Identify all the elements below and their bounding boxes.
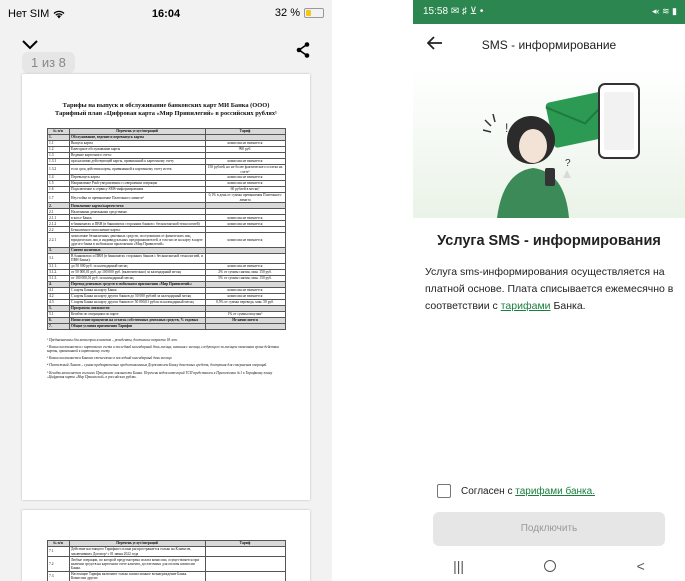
- ios-status-bar: Нет SIM 16:04 32 %: [0, 0, 332, 30]
- row-service: Перевод денежных средств в мобильном при…: [68, 280, 206, 288]
- document-page-2: № п/п Перечень услуг/операций Тариф 7.1 Д…: [22, 510, 310, 581]
- table-row: 2.2.1 зачисление безналичных денежных сре…: [46, 232, 286, 248]
- table-row: 7.3 Настоящие Тарифы включают только коми…: [46, 570, 286, 581]
- table-row: 4.3 С карты Банка на карту других банков …: [46, 298, 286, 306]
- row-tariff: комиссия не взимается: [204, 232, 286, 248]
- agree-label: Согласен с тарифами банка.: [461, 486, 595, 497]
- table-row: 6. Начисление процентов на остаток собств…: [46, 316, 286, 324]
- row-tariff: [204, 570, 286, 581]
- row-service: Действие настоящего Тарифного плана расп…: [68, 545, 206, 558]
- row-number: 1.7: [46, 192, 70, 204]
- android-status-bar: 15:58 ✉ ♯ ⊻ • ◂‹ ≋ ▮: [413, 0, 685, 24]
- footnote: ² Комиссия взимается с карточного счета …: [47, 344, 279, 354]
- row-tariff: 150 рублей, но не более фактического ост…: [204, 163, 286, 176]
- svg-text:!: !: [505, 121, 508, 135]
- footnote: ⁵ Кешбэк начисляется согласно Программе …: [47, 370, 273, 380]
- table-row: 1.3.2 если срок действия карты, привязанн…: [46, 163, 286, 176]
- battery-icon: [304, 8, 324, 18]
- table-row: 1.7 Неустойка за превышение Платежного ли…: [46, 192, 286, 204]
- table-row: 1.3.1 при наличии действующей карты, прив…: [46, 157, 286, 165]
- row-service: Любые операции, по которой предусмотрена…: [68, 556, 206, 572]
- footnote: ¹ Предназначены для категории клиентов –…: [47, 337, 178, 342]
- row-service: С карты Банка на карту других банков от …: [68, 298, 206, 306]
- bank-tariffs-link[interactable]: тарифами банка.: [515, 486, 595, 497]
- row-number: 7.3: [46, 570, 70, 581]
- table-row: 2.1.2 в банкоматах и ПВН (в банкоматах ст…: [46, 220, 286, 228]
- row-service: Общие условия применения Тарифов: [68, 322, 206, 330]
- document-title: Тарифы на выпуск и обслуживание банковск…: [22, 102, 310, 118]
- row-number: 7.1: [46, 545, 70, 558]
- document-footnotes: ¹ Предназначены для категории клиентов –…: [47, 338, 285, 380]
- row-tariff: [204, 322, 286, 330]
- nav-back-button[interactable]: <: [637, 558, 645, 574]
- tariff-table-page2: № п/п Перечень услуг/операций Тариф 7.1 Д…: [46, 540, 286, 581]
- svg-text:?: ?: [565, 158, 571, 169]
- woman-with-phone-illustration: ! ?: [482, 83, 640, 218]
- tariff-table: № п/п Перечень услуг/операций Тариф 1. Об…: [46, 128, 286, 330]
- row-tariff: [204, 252, 286, 264]
- table-row: 7. Общие условия применения Тарифов: [46, 322, 286, 330]
- status-time: 15:58 ✉ ♯ ⊻ •: [423, 6, 483, 17]
- home-button[interactable]: [544, 560, 557, 572]
- row-service: зачисление безналичных денежных средств,…: [68, 232, 206, 248]
- service-title: Услуга SMS - информирования: [437, 233, 661, 249]
- connect-button[interactable]: Подключить: [433, 512, 665, 546]
- agree-checkbox[interactable]: [437, 484, 451, 498]
- footnote: ⁴ Платежный Лимит – сумма предварительно…: [47, 363, 268, 368]
- description-end: Банка.: [550, 300, 586, 312]
- row-service: С карты Банка на карту других банков до …: [68, 292, 206, 300]
- sms-info-screen: 15:58 ✉ ♯ ⊻ • ◂‹ ≋ ▮ SMS - информировани…: [413, 0, 685, 581]
- table-row: 3.1. В банкоматах и ПВН (в банкоматах сто…: [46, 252, 286, 264]
- table-row: 3.1.2. от 50 000,01 руб. до 100 000 руб. …: [46, 268, 286, 276]
- screenshot-stage: Нет SIM 16:04 32 % 1 из 8 Тарифы на выпу: [0, 0, 685, 581]
- table-row: 4.2 С карты Банка на карту других банков …: [46, 292, 286, 300]
- page-counter: 1 из 8: [22, 52, 75, 73]
- row-tariff: 0,5% от суммы перевода, мин. 50 руб.: [204, 298, 286, 306]
- row-service: в банкоматах и ПВН (в банкоматах сторонн…: [68, 220, 206, 228]
- row-service: если срок действия карты, привязанной к …: [68, 163, 206, 176]
- agree-row: Согласен с тарифами банка.: [437, 484, 595, 498]
- pdf-viewer-screen: Нет SIM 16:04 32 % 1 из 8 Тарифы на выпу: [0, 0, 332, 581]
- row-service: Неустойка за превышение Платежного лимит…: [68, 192, 206, 204]
- footnote: ³ Комиссия взимается Банком ежемесячно в…: [47, 356, 172, 361]
- recents-button[interactable]: |||: [453, 558, 464, 574]
- tariffs-link[interactable]: тарифами: [501, 300, 551, 312]
- battery-percent: 32 %: [274, 7, 300, 19]
- row-tariff: [204, 545, 286, 558]
- android-nav-bar: ||| <: [413, 551, 685, 581]
- status-time-text: 15:58: [423, 6, 449, 17]
- document-title-line1: Тарифы на выпуск и обслуживание банковск…: [62, 102, 270, 109]
- document-title-line2: Тарифный план «Цифровая карта «Мир Приви…: [55, 110, 277, 117]
- table-row: 7.1 Действие настоящего Тарифного плана р…: [46, 545, 286, 558]
- document-page-1: Тарифы на выпуск и обслуживание банковск…: [22, 74, 310, 500]
- row-tariff: [204, 556, 286, 572]
- row-service: В банкоматах и ПВН (в банкоматах сторонн…: [68, 252, 206, 264]
- share-icon[interactable]: [296, 42, 310, 58]
- row-service: Настоящие Тарифы включают только комисси…: [68, 570, 206, 581]
- table-row: 7.2 Любые операции, по которой предусмотр…: [46, 556, 286, 572]
- sms-illustration: ! ?: [413, 68, 685, 218]
- system-status-icons: ◂‹ ≋ ▮: [651, 6, 677, 16]
- row-service: Начисление процентов на остаток собствен…: [68, 316, 206, 324]
- row-tariff: 0,1% в день от суммы превышения Платежно…: [204, 192, 286, 204]
- row-number: 7.2: [46, 556, 70, 572]
- notification-icons: ✉ ♯ ⊻ •: [450, 6, 484, 17]
- row-number: 3.1.: [46, 252, 70, 264]
- battery-group: 32 %: [275, 7, 324, 19]
- agree-prefix: Согласен с: [461, 485, 516, 497]
- service-description: Услуга sms-информирования осуществляется…: [425, 264, 677, 315]
- chevron-down-icon[interactable]: [22, 40, 38, 50]
- page-title: SMS - информирование: [481, 38, 617, 52]
- row-number: 2.2.1: [46, 232, 70, 248]
- battery-fill: [306, 10, 312, 16]
- row-number: 7.: [46, 322, 70, 330]
- row-number: 1.3.2: [46, 163, 70, 176]
- app-header: SMS - информирование: [413, 24, 685, 68]
